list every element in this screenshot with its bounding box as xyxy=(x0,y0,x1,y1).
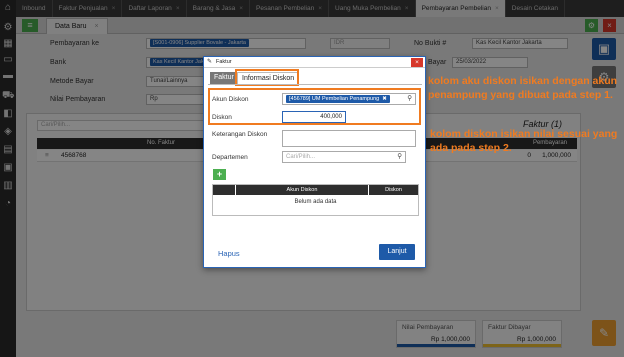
akun-diskon-chip: [456789] UM Pembelian Penampung ✖ xyxy=(286,95,390,103)
keterangan-diskon-label: Keterangan Diskon xyxy=(212,131,268,138)
pencil-icon: ✎ xyxy=(207,59,213,65)
table-empty-text: Belum ada data xyxy=(294,199,337,205)
tab-divider xyxy=(208,84,422,85)
diskon-table: Akun Diskon Diskon Belum ada data xyxy=(212,184,419,216)
table-col-diskon: Diskon xyxy=(369,185,418,195)
annotation-note-1: kolom aku diskon isikan dengan akun pena… xyxy=(428,75,618,101)
add-button[interactable]: + xyxy=(213,169,226,180)
tab-faktur[interactable]: Faktur xyxy=(210,72,238,84)
departemen-input[interactable]: Cari/Pilih... ⚲ xyxy=(282,151,406,163)
diskon-input[interactable]: 400,000 xyxy=(282,111,346,123)
search-icon[interactable]: ⚲ xyxy=(407,94,412,104)
modal-title: Faktur xyxy=(216,59,232,65)
modal-titlebar: ✎ Faktur xyxy=(204,57,425,68)
search-icon[interactable]: ⚲ xyxy=(397,152,402,162)
diskon-label: Diskon xyxy=(212,114,232,121)
akun-diskon-label: Akun Diskon xyxy=(212,96,249,103)
annotation-note-2: kolom diskon isikan nilai sesuai yang ad… xyxy=(430,128,618,154)
hapus-link[interactable]: Hapus xyxy=(218,249,240,258)
table-col-akun: Akun Diskon xyxy=(236,185,368,195)
table-col-blank xyxy=(213,185,235,195)
remove-icon[interactable]: ✖ xyxy=(382,96,387,102)
keterangan-diskon-input[interactable] xyxy=(282,130,416,147)
close-button[interactable]: × xyxy=(411,58,423,67)
departemen-label: Departemen xyxy=(212,154,248,161)
faktur-modal: ✎ Faktur × Faktur Informasi Diskon Akun … xyxy=(203,56,426,268)
akun-diskon-input[interactable]: [456789] UM Pembelian Penampung ✖ ⚲ xyxy=(282,93,416,105)
lanjut-button[interactable]: Lanjut xyxy=(379,244,415,260)
